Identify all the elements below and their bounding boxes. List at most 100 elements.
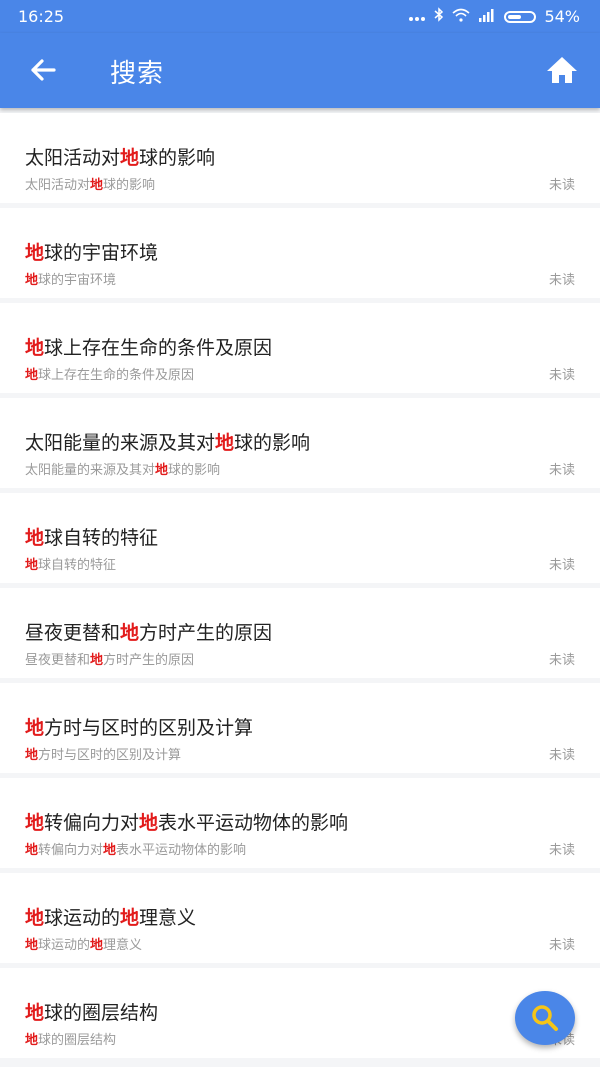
keyword-highlight: 地: [25, 527, 45, 549]
item-subtitle: 太阳活动对地球的影响: [25, 174, 155, 193]
page-title: 搜索: [110, 59, 165, 89]
keyword-highlight: 地: [25, 242, 45, 264]
list-item[interactable]: 地球上存在生命的条件及原因 地球上存在生命的条件及原因 未读: [0, 303, 600, 393]
item-subtitle: 地方时与区时的区别及计算: [25, 744, 181, 763]
back-button[interactable]: [28, 55, 58, 85]
status-bar: 16:25 54%: [0, 0, 600, 33]
list-item[interactable]: 太阳能量的来源及其对地球的影响 太阳能量的来源及其对地球的影响 未读: [0, 398, 600, 488]
item-title: 地转偏向力对地表水平运动物体的影响: [25, 808, 348, 835]
keyword-highlight: 地: [25, 337, 45, 359]
text-segment: 太阳活动对: [25, 178, 91, 193]
item-subtitle: 地球的宇宙环境: [25, 269, 116, 288]
text-segment: 球自转的特征: [38, 558, 117, 573]
keyword-highlight: 地: [25, 368, 39, 383]
list-item[interactable]: 地球的宇宙环境 地球的宇宙环境 未读: [0, 208, 600, 298]
keyword-highlight: 地: [90, 653, 104, 668]
battery-text: 54%: [544, 7, 580, 26]
text-segment: 球的圈层结构: [44, 1002, 159, 1024]
keyword-highlight: 地: [120, 622, 140, 644]
text-segment: 球运动的: [38, 938, 91, 953]
read-status: 未读: [548, 558, 575, 573]
keyword-highlight: 地: [25, 907, 45, 929]
list-item[interactable]: 昼夜更替和地方时产生的原因 昼夜更替和地方时产生的原因 未读: [0, 588, 600, 678]
search-fab[interactable]: [515, 991, 575, 1045]
item-title: 地球上存在生命的条件及原因: [25, 333, 272, 360]
list-item[interactable]: 地球自转的特征 地球自转的特征 未读: [0, 493, 600, 583]
text-segment: 球的影响: [234, 432, 311, 454]
text-segment: 表水平运动物体的影响: [158, 812, 349, 834]
bluetooth-icon: [434, 7, 444, 26]
home-button[interactable]: [546, 55, 578, 85]
read-status: 未读: [548, 463, 575, 478]
item-subtitle: 地球的圈层结构: [25, 1029, 116, 1048]
text-segment: 球运动的: [44, 907, 121, 929]
text-segment: 球的影响: [139, 147, 216, 169]
status-icons: 54%: [408, 7, 580, 26]
text-segment: 球自转的特征: [44, 527, 159, 549]
text-segment: 球的宇宙环境: [38, 273, 117, 288]
list-item[interactable]: 地球的圈层结构 地球的圈层结构 未读: [0, 968, 600, 1058]
item-title: 地方时与区时的区别及计算: [25, 713, 253, 740]
read-status: 未读: [548, 273, 575, 288]
wifi-icon: [452, 7, 470, 26]
text-segment: 方时产生的原因: [139, 622, 273, 644]
text-segment: 转偏向力对: [44, 812, 140, 834]
read-status: 未读: [548, 653, 575, 668]
text-segment: 球上存在生命的条件及原因: [38, 368, 195, 383]
keyword-highlight: 地: [25, 1033, 39, 1048]
keyword-highlight: 地: [120, 907, 140, 929]
keyword-highlight: 地: [25, 558, 39, 573]
list-item[interactable]: 地转偏向力对地表水平运动物体的影响 地转偏向力对地表水平运动物体的影响 未读: [0, 778, 600, 868]
item-title: 太阳活动对地球的影响: [25, 143, 215, 170]
read-status: 未读: [548, 178, 575, 193]
keyword-highlight: 地: [90, 178, 104, 193]
list-item[interactable]: 太阳活动对地球的影响 太阳活动对地球的影响 未读: [0, 113, 600, 203]
text-segment: 方时产生的原因: [103, 653, 195, 668]
item-title: 地球自转的特征: [25, 523, 158, 550]
read-status: 未读: [548, 938, 575, 953]
status-time: 16:25: [18, 7, 65, 26]
item-subtitle: 太阳能量的来源及其对地球的影响: [25, 459, 220, 478]
text-segment: 昼夜更替和: [25, 653, 91, 668]
text-segment: 球的影响: [103, 178, 156, 193]
text-segment: 方时与区时的区别及计算: [44, 717, 254, 739]
battery-icon: [504, 10, 537, 23]
text-segment: 昼夜更替和: [25, 622, 121, 644]
text-segment: 转偏向力对: [38, 843, 104, 858]
text-segment: 太阳能量的来源及其对: [25, 432, 216, 454]
keyword-highlight: 地: [90, 938, 104, 953]
text-segment: 理意义: [139, 907, 197, 929]
list-item[interactable]: 地方时与区时的区别及计算 地方时与区时的区别及计算 未读: [0, 683, 600, 773]
text-segment: 表水平运动物体的影响: [116, 843, 247, 858]
keyword-highlight: 地: [155, 463, 169, 478]
text-segment: 球上存在生命的条件及原因: [44, 337, 273, 359]
item-title: 地球运动的地理意义: [25, 903, 196, 930]
text-segment: 球的宇宙环境: [44, 242, 159, 264]
read-status: 未读: [548, 843, 575, 858]
keyword-highlight: 地: [25, 843, 39, 858]
keyword-highlight: 地: [120, 147, 140, 169]
signal-icon: [478, 7, 496, 26]
item-subtitle: 地球自转的特征: [25, 554, 116, 573]
arrow-left-icon: [31, 59, 56, 81]
item-title: 地球的圈层结构: [25, 998, 158, 1025]
text-segment: 太阳能量的来源及其对: [25, 463, 156, 478]
text-segment: 方时与区时的区别及计算: [38, 748, 182, 763]
text-segment: 理意义: [103, 938, 143, 953]
keyword-highlight: 地: [139, 812, 159, 834]
item-title: 昼夜更替和地方时产生的原因: [25, 618, 272, 645]
keyword-highlight: 地: [25, 938, 39, 953]
keyword-highlight: 地: [25, 273, 39, 288]
read-status: 未读: [548, 368, 575, 383]
keyword-highlight: 地: [25, 748, 39, 763]
search-icon: [532, 1005, 558, 1031]
keyword-highlight: 地: [215, 432, 235, 454]
keyword-highlight: 地: [25, 812, 45, 834]
read-status: 未读: [548, 748, 575, 763]
text-segment: 球的圈层结构: [38, 1033, 117, 1048]
list-item[interactable]: 地球运动的地理意义 地球运动的地理意义 未读: [0, 873, 600, 963]
text-segment: 太阳活动对: [25, 147, 121, 169]
item-title: 地球的宇宙环境: [25, 238, 158, 265]
keyword-highlight: 地: [25, 1002, 45, 1024]
item-subtitle: 地转偏向力对地表水平运动物体的影响: [25, 839, 246, 858]
